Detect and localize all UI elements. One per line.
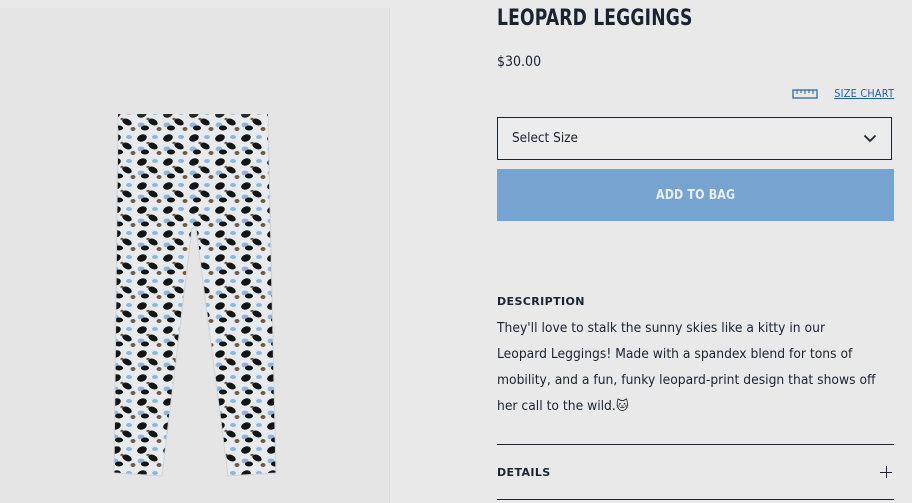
add-to-bag-button[interactable]: ADD TO BAG	[497, 169, 894, 221]
divider	[497, 499, 894, 500]
description-text: They'll love to stalk the sunny skies li…	[497, 321, 876, 414]
details-label: DETAILS	[497, 465, 551, 479]
add-to-bag-label: ADD TO BAG	[655, 187, 736, 203]
details-accordion[interactable]: DETAILS	[497, 445, 894, 499]
product-page: LEOPARD LEGGINGS $30.00 SIZE CHART Selec…	[0, 0, 912, 503]
ruler-icon	[792, 88, 818, 99]
size-chart-label[interactable]: SIZE CHART	[834, 87, 894, 100]
chevron-down-icon	[863, 134, 877, 143]
product-image-panel	[0, 8, 390, 503]
product-image[interactable]	[110, 108, 280, 483]
plus-icon	[880, 466, 892, 478]
size-chart-link[interactable]: SIZE CHART	[792, 87, 894, 100]
product-title: LEOPARD LEGGINGS	[497, 6, 693, 31]
product-price: $30.00	[497, 54, 542, 70]
size-select-value: Select Size	[512, 131, 578, 146]
description-heading: DESCRIPTION	[497, 295, 585, 308]
size-select[interactable]: Select Size	[497, 117, 892, 160]
